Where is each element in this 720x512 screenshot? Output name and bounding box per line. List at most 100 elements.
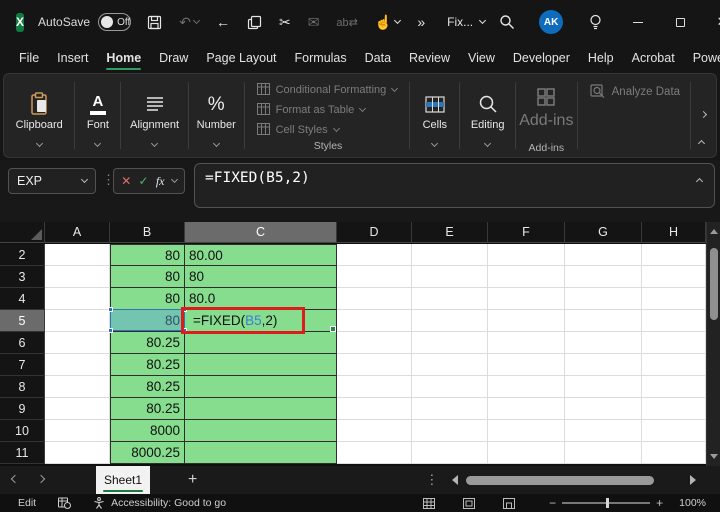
insert-function-icon[interactable]: fx	[156, 174, 165, 189]
cell-F6[interactable]	[488, 332, 565, 354]
vertical-scrollbar-thumb[interactable]	[710, 248, 718, 320]
scroll-left-icon[interactable]	[452, 475, 458, 485]
touch-mode-dropdown-icon[interactable]	[394, 17, 401, 24]
column-header-G[interactable]: G	[565, 222, 642, 243]
back-arrow-icon[interactable]: ←	[216, 14, 230, 30]
row-header-5[interactable]: 5	[0, 310, 45, 332]
page-layout-view-icon[interactable]	[463, 498, 475, 509]
page-break-view-icon[interactable]	[503, 498, 515, 509]
menu-tab-file[interactable]: File	[10, 44, 48, 72]
menu-tab-view[interactable]: View	[459, 44, 504, 72]
normal-view-icon[interactable]	[423, 498, 435, 509]
cell-G7[interactable]	[565, 354, 642, 376]
cell-A2[interactable]	[45, 244, 110, 266]
row-header-3[interactable]: 3	[0, 266, 45, 288]
cell-B3[interactable]: 80	[110, 266, 185, 288]
ribbon-group-clipboard[interactable]: Clipboard	[4, 74, 74, 157]
cell-H5[interactable]	[642, 310, 706, 332]
cell-H7[interactable]	[642, 354, 706, 376]
ribbon-group-cells[interactable]: Cells	[410, 74, 459, 157]
cell-G11[interactable]	[565, 442, 642, 464]
zoom-slider-thumb[interactable]	[606, 498, 609, 508]
search-icon[interactable]	[485, 14, 529, 30]
cell-F10[interactable]	[488, 420, 565, 442]
column-header-F[interactable]: F	[488, 222, 565, 243]
ribbon-group-font[interactable]: A Font	[75, 74, 120, 157]
clipboard-dropdown-icon[interactable]	[36, 140, 43, 147]
cell-B5[interactable]: 80	[110, 310, 185, 332]
cell-F9[interactable]	[488, 398, 565, 420]
formula-input[interactable]: =FIXED(B5,2)	[194, 163, 715, 208]
cell-B4[interactable]: 80	[110, 288, 185, 310]
cell-G10[interactable]	[565, 420, 642, 442]
cell-F3[interactable]	[488, 266, 565, 288]
cell-E5[interactable]	[412, 310, 488, 332]
select-all-corner[interactable]	[0, 222, 45, 243]
row-header-8[interactable]: 8	[0, 376, 45, 398]
cell-C8[interactable]	[185, 376, 337, 398]
cell-B2[interactable]: 80	[110, 244, 185, 266]
cell-G3[interactable]	[565, 266, 642, 288]
cell-G4[interactable]	[565, 288, 642, 310]
cell-F8[interactable]	[488, 376, 565, 398]
row-header-4[interactable]: 4	[0, 288, 45, 310]
cell-A7[interactable]	[45, 354, 110, 376]
menu-tab-formulas[interactable]: Formulas	[286, 44, 356, 72]
styles-item-conditional-formatting[interactable]: Conditional Formatting	[257, 80, 400, 100]
cell-H10[interactable]	[642, 420, 706, 442]
cell-A6[interactable]	[45, 332, 110, 354]
cell-D10[interactable]	[337, 420, 412, 442]
alignment-dropdown-icon[interactable]	[151, 140, 158, 147]
cell-E10[interactable]	[412, 420, 488, 442]
styles-item-dropdown-icon[interactable]	[359, 105, 366, 112]
scroll-right-icon[interactable]	[690, 475, 696, 485]
excel-logo-icon[interactable]: X	[16, 13, 24, 32]
new-sheet-button[interactable]: +	[188, 471, 197, 489]
styles-item-cell-styles[interactable]: Cell Styles	[257, 120, 400, 140]
cell-C10[interactable]	[185, 420, 337, 442]
cell-G2[interactable]	[565, 244, 642, 266]
name-box[interactable]: EXP	[8, 168, 96, 194]
cell-C3[interactable]: 80	[185, 266, 337, 288]
column-header-D[interactable]: D	[337, 222, 412, 243]
cell-E2[interactable]	[412, 244, 488, 266]
save-icon[interactable]	[147, 15, 162, 30]
ribbon-collapse-icon[interactable]	[699, 133, 704, 151]
accessibility-icon[interactable]	[93, 497, 105, 509]
cell-G6[interactable]	[565, 332, 642, 354]
cell-H8[interactable]	[642, 376, 706, 398]
cell-A8[interactable]	[45, 376, 110, 398]
menu-tab-developer[interactable]: Developer	[504, 44, 579, 72]
cell-H3[interactable]	[642, 266, 706, 288]
column-header-B[interactable]: B	[110, 222, 185, 243]
cell-F5[interactable]	[488, 310, 565, 332]
cell-B11[interactable]: 8000.25	[110, 442, 185, 464]
cell-A10[interactable]	[45, 420, 110, 442]
number-dropdown-icon[interactable]	[213, 140, 220, 147]
cell-G5[interactable]	[565, 310, 642, 332]
cell-E9[interactable]	[412, 398, 488, 420]
zoom-out-button[interactable]: −	[543, 496, 562, 510]
cell-D3[interactable]	[337, 266, 412, 288]
cell-B10[interactable]: 8000	[110, 420, 185, 442]
font-dropdown-icon[interactable]	[94, 140, 101, 147]
cell-A3[interactable]	[45, 266, 110, 288]
cell-C11[interactable]	[185, 442, 337, 464]
row-header-10[interactable]: 10	[0, 420, 45, 442]
minimize-button[interactable]	[617, 7, 659, 37]
confirm-formula-icon[interactable]: ✓	[139, 174, 149, 188]
zoom-slider[interactable]	[562, 502, 650, 504]
cell-D7[interactable]	[337, 354, 412, 376]
cell-A11[interactable]	[45, 442, 110, 464]
cell-E4[interactable]	[412, 288, 488, 310]
vertical-scrollbar[interactable]	[706, 222, 720, 466]
cell-C6[interactable]	[185, 332, 337, 354]
scroll-down-icon[interactable]	[710, 454, 718, 459]
column-header-C[interactable]: C	[185, 222, 337, 243]
accessibility-status[interactable]: Accessibility: Good to go	[111, 497, 226, 509]
function-dropdown-icon[interactable]	[171, 176, 178, 183]
undo-dropdown-icon[interactable]	[193, 17, 200, 24]
ribbon-group-number[interactable]: % Number	[189, 74, 244, 157]
ribbon-group-addins[interactable]: Add-ins Add-ins	[516, 74, 577, 157]
menu-tab-acrobat[interactable]: Acrobat	[623, 44, 684, 72]
